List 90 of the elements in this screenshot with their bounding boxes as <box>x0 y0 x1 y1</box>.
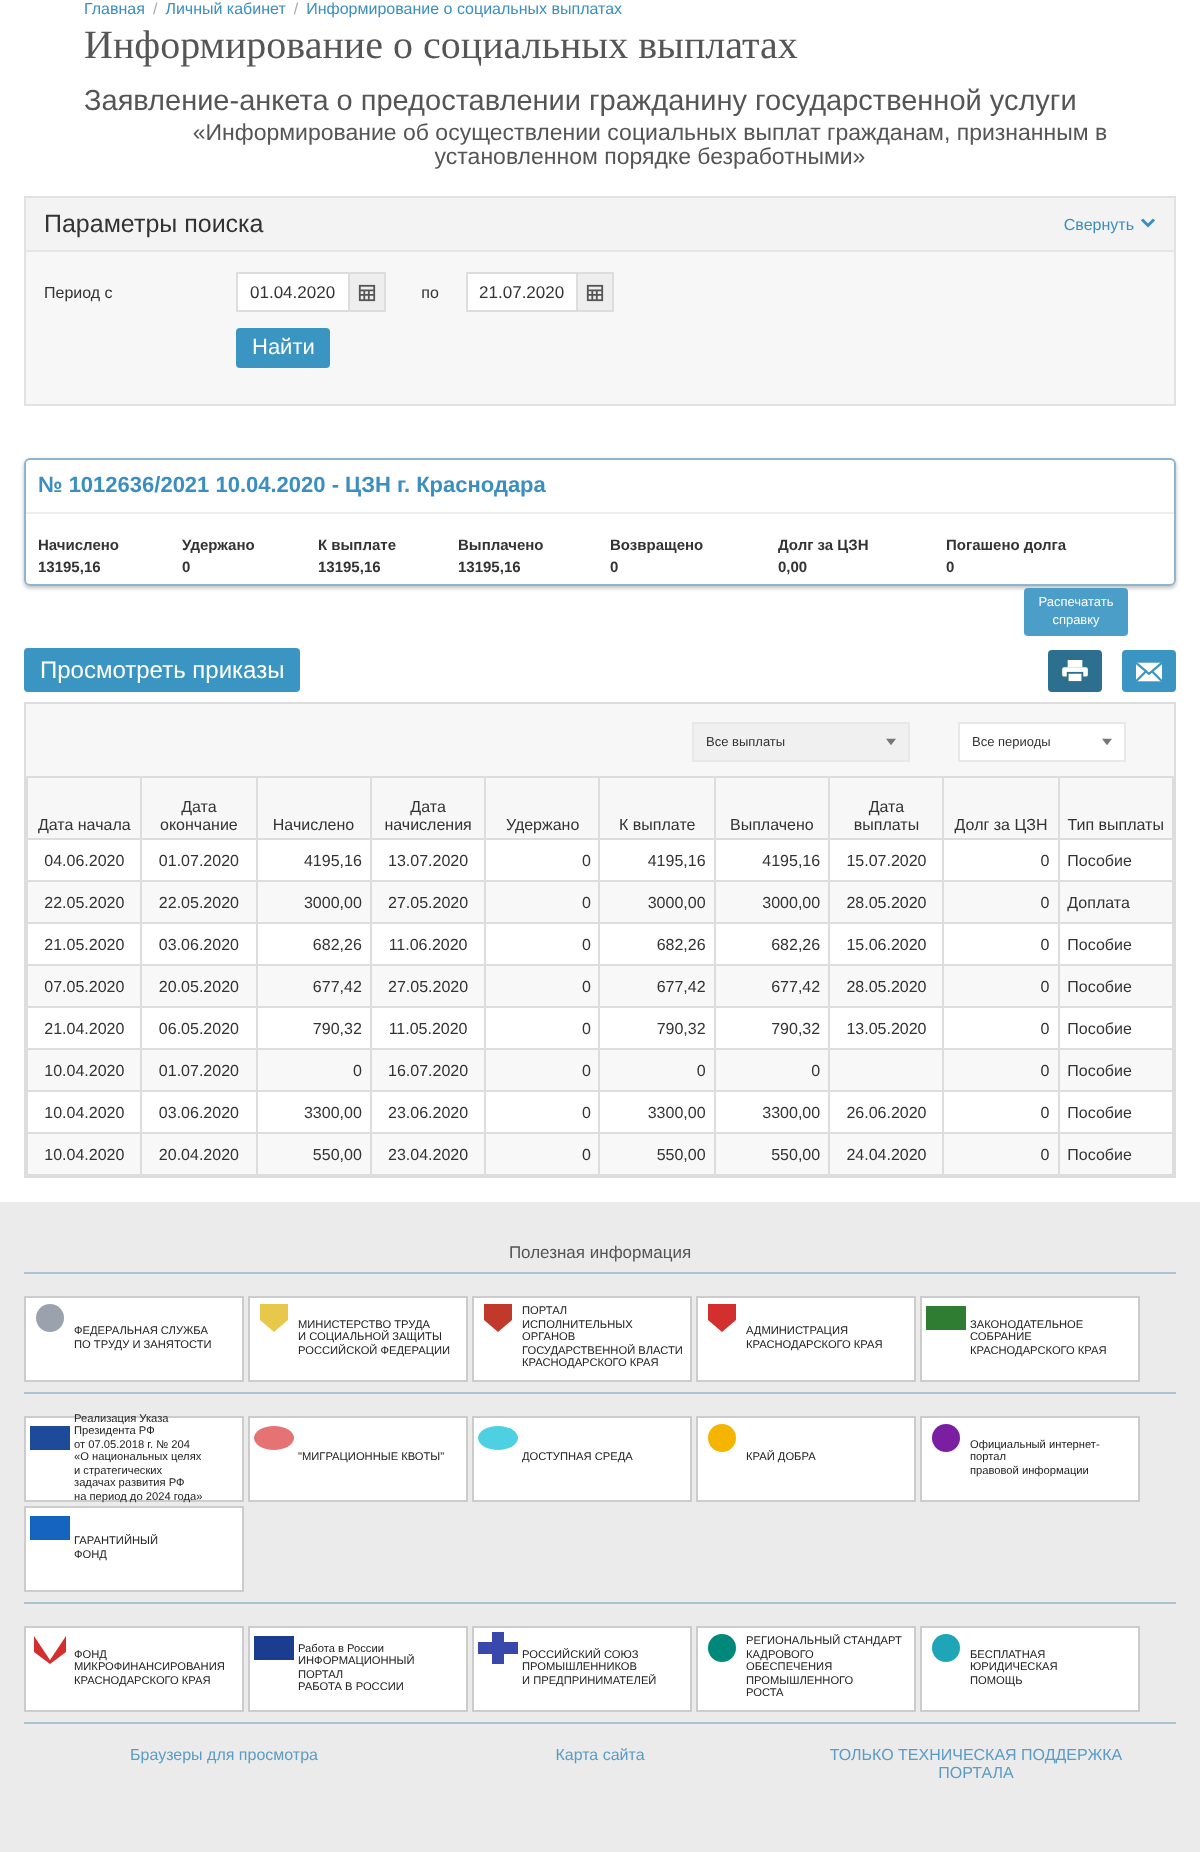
table-cell: 3000,00 <box>256 881 371 923</box>
breadcrumb-separator: / <box>293 0 299 20</box>
table-cell: Пособие <box>1058 1133 1173 1175</box>
column-header: Тип выплаты <box>1058 777 1173 839</box>
column-header: Дата окончание <box>141 777 257 839</box>
column-header: Дата начисления <box>370 777 486 839</box>
page-title: Информирование о социальных выплатах <box>84 24 800 70</box>
table-cell: 0 <box>256 1049 371 1091</box>
logo-icon <box>254 1632 294 1664</box>
page-subtitle: Заявление-анкета о предоставлении гражданину государственной услуги <box>84 86 1079 118</box>
table-cell: 550,00 <box>256 1133 371 1175</box>
logo-icon <box>926 1422 966 1454</box>
column-header: К выплате <box>599 777 715 839</box>
period-label: Период с <box>44 283 115 301</box>
table-cell: 0 <box>943 1133 1059 1175</box>
table-cell: 3000,00 <box>599 881 715 923</box>
table-cell: 23.04.2020 <box>370 1133 486 1175</box>
table-cell: 22.05.2020 <box>141 881 257 923</box>
date-to-field[interactable]: 21.07.2020 <box>465 272 615 312</box>
table-cell: 677,42 <box>256 965 371 1007</box>
print-button[interactable] <box>1048 650 1102 692</box>
logo-icon <box>702 1422 742 1454</box>
caret-icon <box>1102 738 1112 746</box>
table-cell <box>829 1049 944 1091</box>
to-label: по <box>419 283 441 301</box>
table-cell: 10.04.2020 <box>27 1133 142 1175</box>
table-cell: 0 <box>485 965 600 1007</box>
breadcrumb-separator: / <box>152 0 158 20</box>
table-cell: 28.05.2020 <box>829 881 944 923</box>
table-cell: 27.05.2020 <box>370 965 486 1007</box>
table-cell: 0 <box>485 881 600 923</box>
column-header: Дата начала <box>27 777 142 839</box>
table-cell: 07.05.2020 <box>27 965 142 1007</box>
logo-icon <box>926 1302 966 1334</box>
breadcrumb-link[interactable]: Личный кабинет <box>165 0 286 20</box>
column-header: Долг за ЦЗН <box>943 777 1059 839</box>
table-cell: 0 <box>943 1049 1059 1091</box>
table-cell: 550,00 <box>714 1133 830 1175</box>
table-cell: 677,42 <box>599 965 715 1007</box>
column-header: Дата выплаты <box>829 777 944 839</box>
logo-icon <box>478 1302 518 1334</box>
printer-icon <box>1062 660 1088 682</box>
column-header: Выплачено <box>714 777 830 839</box>
logo-icon <box>30 1512 70 1544</box>
table-cell: 20.05.2020 <box>141 965 257 1007</box>
table-cell: 16.07.2020 <box>370 1049 486 1091</box>
table-cell: 677,42 <box>714 965 830 1007</box>
footer-title: Полезная информация <box>506 1242 694 1262</box>
table-cell: 0 <box>599 1049 715 1091</box>
table-cell: 01.07.2020 <box>141 1049 257 1091</box>
email-button[interactable] <box>1122 650 1176 692</box>
table-cell: 0 <box>943 965 1059 1007</box>
table-cell: 0 <box>485 1133 600 1175</box>
date-from-field[interactable]: 01.04.2020 <box>236 272 386 312</box>
logo-icon <box>926 1632 966 1664</box>
table-cell: Доплата <box>1058 881 1173 923</box>
column-header: Удержано <box>485 777 600 839</box>
table-cell: 10.04.2020 <box>27 1049 142 1091</box>
table-cell: 27.05.2020 <box>370 881 486 923</box>
table-cell: 28.05.2020 <box>829 965 944 1007</box>
table-cell: Пособие <box>1058 1049 1173 1091</box>
logo-icon <box>30 1422 70 1454</box>
breadcrumb-link[interactable]: Информирование о социальных выплатах <box>306 0 623 20</box>
logo-icon <box>478 1422 518 1454</box>
chevron-down-icon <box>1140 218 1156 230</box>
logo-icon <box>30 1302 70 1334</box>
caret-icon <box>886 738 896 746</box>
calendar-icon <box>586 283 605 301</box>
table-cell: 0 <box>485 1049 600 1091</box>
column-header: Начислено <box>256 777 371 839</box>
table-cell: Пособие <box>1058 965 1173 1007</box>
table-cell: 0 <box>714 1049 830 1091</box>
breadcrumb-link[interactable]: Главная <box>84 0 145 20</box>
logo-icon <box>702 1632 742 1664</box>
table-cell: 0 <box>943 881 1059 923</box>
table-cell: 24.04.2020 <box>829 1133 944 1175</box>
logo-icon <box>702 1302 742 1334</box>
table-cell: 550,00 <box>599 1133 715 1175</box>
calendar-icon <box>357 283 376 301</box>
logo-icon <box>30 1632 70 1664</box>
table-cell: 20.04.2020 <box>141 1133 257 1175</box>
envelope-icon <box>1136 661 1162 681</box>
panel-title: Параметры поиска <box>44 210 264 238</box>
logo-icon <box>478 1632 518 1664</box>
table-cell: 22.05.2020 <box>27 881 142 923</box>
service-name: «Информирование об осуществлении социальных выплат гражданам, признанным в установленном порядке безработными» <box>190 122 1110 170</box>
logo-icon <box>254 1302 294 1334</box>
application-title: № 1012636/2021 10.04.2020 - ЦЗН г. Краснодара <box>26 460 1174 514</box>
table-cell: 3000,00 <box>714 881 830 923</box>
logo-icon <box>254 1422 294 1454</box>
